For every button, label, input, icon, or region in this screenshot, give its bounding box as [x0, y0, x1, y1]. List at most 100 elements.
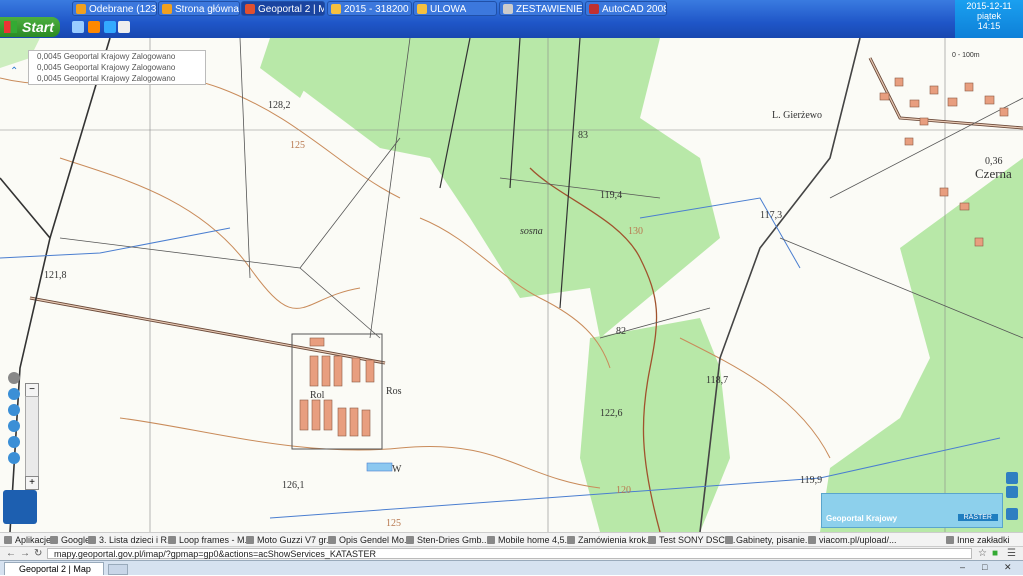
spot-height-label: 122,6	[600, 408, 623, 419]
bookmark-item[interactable]: Gabinety, pisanie...	[725, 534, 812, 546]
spot-height-label: 121,8	[44, 270, 67, 281]
tab-geoportal[interactable]: Geoportal 2 | Map	[4, 562, 104, 575]
bookmark-label: Loop frames - M...	[179, 535, 253, 545]
layer-legend: 0,0045 Geoportal Krajowy Zalogowano 0,00…	[28, 50, 206, 85]
bookmark-icon	[328, 536, 336, 544]
tray-date: 2015-12-11	[966, 1, 1012, 11]
bookmark-other[interactable]: Inne zakładki	[946, 534, 1010, 546]
pan-left-icon[interactable]	[8, 404, 20, 416]
tray-clock: 14:15	[977, 21, 1001, 31]
contour-label: 120	[616, 485, 631, 496]
place-name-label: sosna	[520, 226, 543, 237]
spot-height-label: 119,4	[600, 190, 622, 201]
chrome-icon	[245, 4, 255, 14]
menu-icon[interactable]: ☰	[1007, 548, 1016, 559]
close-icon[interactable]: ✕	[1004, 562, 1012, 573]
taskbar-window-6[interactable]: ZESTAWIENIE 2...	[499, 1, 583, 16]
collapse-legend-icon[interactable]: ⌃	[10, 66, 18, 77]
window-label: Odebrane (123...	[89, 4, 157, 15]
maximize-icon[interactable]: □	[982, 562, 987, 572]
ie-icon[interactable]	[104, 21, 116, 33]
compass-icon[interactable]	[8, 372, 20, 384]
info-icon[interactable]	[1006, 472, 1018, 484]
window-label: 2015 - 318200	[344, 4, 409, 15]
taskbar-window-4[interactable]: 2015 - 318200	[327, 1, 412, 16]
zoom-slider[interactable]	[25, 396, 39, 478]
contour-line	[59, 157, 361, 309]
bookmarks-bar: Aplikacje Google 3. Lista dzieci i R... …	[0, 532, 1023, 546]
bookmark-apps[interactable]: Aplikacje	[4, 534, 51, 546]
topographic-map[interactable]: 128,2 121,8 119,4 117,3 118,7 122,6 126,…	[0, 38, 1023, 532]
bookmark-label: 3. Lista dzieci i R...	[99, 535, 175, 545]
taskbar-window-2[interactable]: Strona główna - ...	[158, 1, 240, 16]
bookmark-icon	[168, 536, 176, 544]
bookmark-label: Aplikacje	[15, 535, 52, 545]
show-desktop-icon[interactable]	[72, 21, 84, 33]
apps-icon	[4, 536, 12, 544]
geoportal-logo	[3, 490, 37, 524]
taskbar-window-3[interactable]: Geoportal 2 | M...	[241, 1, 325, 16]
forward-icon[interactable]: →	[20, 548, 30, 559]
zoom-in-button[interactable]: +	[25, 476, 39, 490]
pan-right-icon[interactable]	[8, 420, 20, 432]
bookmark-item[interactable]: Opis Gendel Mo...	[328, 534, 412, 546]
overview-label: Geoportal Krajowy	[826, 514, 898, 523]
bookmark-item[interactable]: Loop frames - M...	[168, 534, 252, 546]
new-tab-button[interactable]	[108, 564, 128, 575]
taskbar: Start Odebrane (123... Strona główna - .…	[0, 0, 1023, 38]
bookmark-label: Mobile home 4,5...	[498, 535, 573, 545]
road	[869, 57, 1023, 129]
bookmark-icon	[487, 536, 495, 544]
spot-height-label: 126,1	[282, 480, 305, 491]
taskbar-window-7[interactable]: AutoCAD 2008	[585, 1, 667, 16]
explorer-icon[interactable]	[118, 21, 130, 33]
system-tray: 2015-12-11 piątek 14:15	[955, 0, 1023, 38]
pan-down-icon[interactable]	[8, 436, 20, 448]
overview-map[interactable]: Geoportal Krajowy RASTER	[821, 493, 1003, 528]
window-label: Strona główna - ...	[175, 4, 239, 15]
pan-up-icon[interactable]	[8, 388, 20, 400]
bookmark-star-icon[interactable]: ☆	[978, 548, 987, 559]
bookmark-label: Opis Gendel Mo...	[339, 535, 412, 545]
print-icon[interactable]	[1006, 486, 1018, 498]
contour-line	[119, 417, 601, 489]
bookmark-label: Inne zakładki	[957, 535, 1010, 545]
bookmark-item[interactable]: viacom.pl/upload/...	[808, 534, 897, 546]
bookmark-label: Moto Guzzi V7 gr...	[257, 535, 334, 545]
place-name-label: L. Gierżewo	[772, 110, 822, 121]
extension-icon[interactable]: ■	[992, 548, 998, 559]
zoom-out-button[interactable]: −	[25, 383, 39, 397]
firefox-icon	[76, 4, 86, 14]
tab-bar: Geoportal 2 | Map – □ ✕	[0, 560, 1023, 575]
tab-label: Geoportal 2 | Map	[19, 564, 91, 574]
stream	[0, 227, 231, 259]
window-label: Geoportal 2 | M...	[258, 4, 324, 15]
taskbar-window-5[interactable]: ULOWA	[413, 1, 497, 16]
url-input[interactable]: mapy.geoportal.gov.pl/imap/?gpmap=gp0&ac…	[47, 548, 972, 559]
bookmark-item[interactable]: Google	[50, 534, 90, 546]
spot-height-label: 117,3	[760, 210, 782, 221]
start-label: Start	[22, 19, 54, 35]
measure-icon[interactable]	[8, 452, 20, 464]
firefox-icon[interactable]	[88, 21, 100, 33]
minimize-icon[interactable]: –	[960, 562, 965, 572]
bookmark-icon	[246, 536, 254, 544]
taskbar-window-1[interactable]: Odebrane (123...	[72, 1, 157, 16]
back-icon[interactable]: ←	[6, 548, 16, 559]
map-view[interactable]: 128,2 121,8 119,4 117,3 118,7 122,6 126,…	[0, 38, 1023, 532]
start-button[interactable]: Start	[0, 17, 60, 37]
bookmark-item[interactable]: Moto Guzzi V7 gr...	[246, 534, 334, 546]
bookmark-item[interactable]: Zamówienia krok...	[567, 534, 654, 546]
bookmark-item[interactable]: 3. Lista dzieci i R...	[88, 534, 175, 546]
layers-icon[interactable]	[1006, 508, 1018, 520]
forest-number-label: 82	[616, 326, 626, 337]
contour-label: 125	[386, 518, 401, 529]
place-name-label: Ros	[386, 386, 402, 397]
bookmark-item[interactable]: Mobile home 4,5...	[487, 534, 572, 546]
reload-icon[interactable]: ↻	[34, 548, 42, 559]
bookmark-item[interactable]: Test SONY DSC-...	[648, 534, 735, 546]
road	[868, 57, 1023, 130]
raster-button[interactable]: RASTER	[957, 514, 998, 521]
road	[29, 297, 386, 364]
bookmark-item[interactable]: Sten-Dries Gmb...	[406, 534, 489, 546]
